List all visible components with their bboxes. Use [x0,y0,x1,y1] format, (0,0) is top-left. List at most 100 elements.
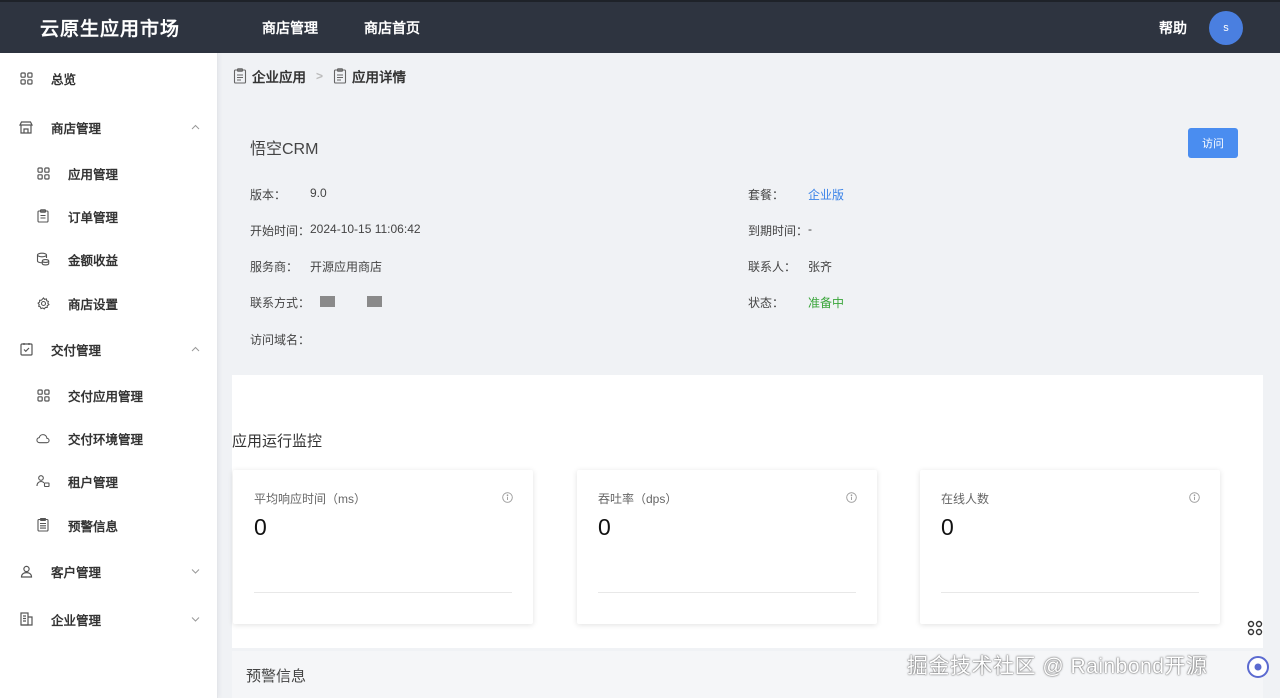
field-start-time: 开始时间： 2024-10-15 11:06:42 [250,222,421,239]
sidebar-item-delivery-management[interactable]: 交付管理 [0,329,218,369]
chevron-up-icon[interactable] [190,344,200,354]
chevron-up-icon[interactable] [190,122,200,132]
divider [941,592,1199,593]
avatar[interactable]: s [1209,10,1243,45]
top-right-area: 帮助 s [1159,10,1280,45]
grid-icon[interactable] [1247,620,1265,638]
grid-icon [36,166,50,180]
field-label: 联系方式： [250,296,311,310]
field-value: 2024-10-15 11:06:42 [310,222,421,236]
clipboard-icon [233,68,247,84]
field-provider: 服务商： 开源应用商店 [250,258,382,275]
monitor-section: 应用运行监控 平均响应时间（ms） 0 吞吐率（dps） 0 在线人数 0 [232,375,1263,648]
sidebar-item-label: 预警信息 [68,519,119,534]
chevron-right-icon: > [316,69,324,83]
info-icon[interactable] [846,490,857,503]
metric-card-response-time: 平均响应时间（ms） 0 [233,470,533,624]
metric-value: 0 [941,514,954,540]
field-label: 版本： [250,188,287,202]
field-value: 张齐 [808,260,833,274]
metric-value: 0 [598,514,611,540]
info-icon[interactable] [502,490,513,503]
sidebar-item-store-settings[interactable]: 商店设置 [0,283,218,323]
field-label: 访问域名： [250,333,311,347]
metric-card-throughput: 吞吐率（dps） 0 [577,470,877,624]
sidebar-item-label: 订单管理 [68,210,119,225]
nav-store-management[interactable]: 商店管理 [262,18,318,38]
field-label: 服务商： [250,260,299,274]
building-icon [19,612,33,626]
sidebar-item-label: 商店管理 [51,121,102,136]
sidebar-item-label: 客户管理 [51,565,102,580]
redacted-block [320,296,335,307]
field-domain: 访问域名： [250,331,320,348]
sidebar-item-label: 总览 [51,72,77,87]
field-contact: 联系方式： [250,294,382,311]
nav-store-home[interactable]: 商店首页 [364,18,420,38]
sidebar-item-label: 企业管理 [51,613,102,628]
field-label: 开始时间： [250,224,311,238]
breadcrumb-label: 企业应用 [252,70,306,85]
sidebar-item-label: 应用管理 [68,167,119,182]
sidebar-item-label: 交付应用管理 [68,389,144,404]
main-content: 企业应用 > 应用详情 悟空CRM 访问 版本： 9.0 开始时间： 2024-… [218,53,1280,698]
brand-title[interactable]: 云原生应用市场 [0,14,218,41]
monitor-title: 应用运行监控 [232,433,323,450]
field-label: 联系人： [748,260,797,274]
field-status: 状态： 准备中 [748,294,844,311]
tenant-icon [36,474,50,488]
gear-icon [36,296,50,310]
metric-label: 在线人数 [941,492,990,506]
divider [254,592,512,593]
field-label: 状态： [748,296,785,310]
sidebar-item-customer-management[interactable]: 客户管理 [0,551,218,591]
grid-icon [36,388,50,402]
sidebar: 总览 商店管理 应用管理 订单管理 金额收益 商店设置 交付管理 交付应用管理 … [0,53,218,698]
breadcrumb: 企业应用 > 应用详情 [233,65,406,87]
sidebar-item-label: 租户管理 [68,475,119,490]
sidebar-item-overview[interactable]: 总览 [0,58,218,98]
assistant-icon[interactable] [1247,656,1269,678]
app-detail-panel: 悟空CRM 访问 版本： 9.0 开始时间： 2024-10-15 11:06:… [232,121,1263,375]
field-plan: 套餐： 企业版 [748,186,844,203]
clipboard-icon [36,209,50,223]
divider [598,592,856,593]
field-value-redacted [320,294,382,311]
watermark: 掘金技术社区 @ Rainbond开源 [907,655,1208,678]
visit-button[interactable]: 访问 [1188,128,1238,158]
sidebar-item-tenants[interactable]: 租户管理 [0,461,218,501]
field-version: 版本： 9.0 [250,186,327,203]
top-bar: 云原生应用市场 商店管理 商店首页 帮助 s [0,0,1280,53]
field-label: 到期时间： [748,224,809,238]
sidebar-item-delivery-env[interactable]: 交付环境管理 [0,418,218,458]
info-icon[interactable] [1189,490,1200,503]
field-value: 开源应用商店 [310,260,383,274]
sidebar-item-app-management[interactable]: 应用管理 [0,153,218,193]
sidebar-item-store-management[interactable]: 商店管理 [0,107,218,147]
metric-card-online-users: 在线人数 0 [920,470,1220,624]
status-badge: 准备中 [808,296,845,310]
sidebar-item-revenue[interactable]: 金额收益 [0,239,218,279]
chevron-down-icon[interactable] [190,614,200,624]
app-title: 悟空CRM [250,141,319,158]
field-contact-person: 联系人： 张齐 [748,258,832,275]
alert-doc-icon [36,518,50,532]
field-value: 9.0 [310,186,327,200]
help-link[interactable]: 帮助 [1159,18,1187,38]
sidebar-item-alerts[interactable]: 预警信息 [0,505,218,545]
sidebar-item-delivery-apps[interactable]: 交付应用管理 [0,375,218,415]
coins-icon [36,252,50,266]
metric-label: 平均响应时间（ms） [254,492,366,506]
redacted-block [367,296,382,307]
plan-link[interactable]: 企业版 [808,186,844,203]
grid-icon [19,71,33,85]
breadcrumb-label: 应用详情 [352,70,407,85]
field-value: - [808,222,812,236]
sidebar-item-order-management[interactable]: 订单管理 [0,196,218,236]
chevron-down-icon[interactable] [190,566,200,576]
checklist-icon [19,342,33,356]
sidebar-item-enterprise-management[interactable]: 企业管理 [0,599,218,639]
top-nav: 商店管理 商店首页 [262,18,466,38]
breadcrumb-enterprise-apps[interactable]: 企业应用 [233,66,306,86]
clipboard-icon [333,68,347,84]
